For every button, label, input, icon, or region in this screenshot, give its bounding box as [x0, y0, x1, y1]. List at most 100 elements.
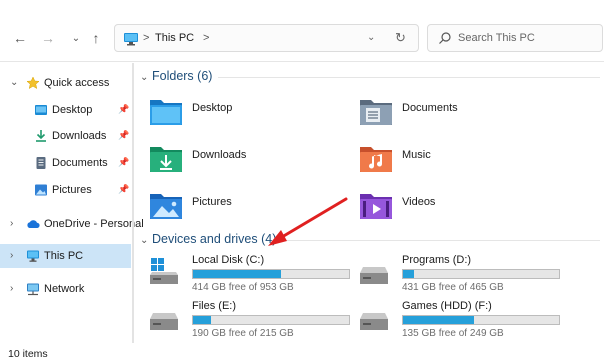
drive-name: Files (E:)	[192, 300, 236, 312]
sidebar-item-label: Pictures	[52, 184, 92, 196]
sidebar-item-pictures[interactable]: Pictures 📌	[0, 178, 131, 202]
folder-label: Music	[402, 149, 431, 161]
chevron-down-icon[interactable]: ⌄	[367, 32, 375, 43]
address-bar[interactable]: > This PC > ⌄ ↻	[114, 24, 419, 52]
search-icon	[439, 32, 451, 44]
drive-free-space: 431 GB free of 465 GB	[402, 282, 504, 293]
sidebar-item-label: Quick access	[44, 77, 110, 89]
sidebar-item-label: Downloads	[52, 130, 107, 142]
cloud-icon	[27, 220, 40, 228]
drive-tile-c[interactable]: Local Disk (C:) 414 GB free of 953 GB	[136, 253, 356, 293]
sidebar-item-onedrive[interactable]: › OneDrive - Personal	[0, 212, 144, 236]
up-button[interactable]: ↑	[86, 28, 106, 48]
hard-drive-icon	[360, 267, 388, 284]
drive-name: Local Disk (C:)	[192, 254, 265, 266]
folder-label: Desktop	[192, 102, 233, 114]
chevron-down-icon: ⌄	[140, 72, 149, 83]
pc-icon	[27, 250, 39, 262]
forward-button[interactable]: →	[38, 28, 58, 48]
breadcrumb-this-pc[interactable]: This PC	[155, 32, 194, 44]
desktop-folder-icon	[150, 100, 182, 125]
hard-drive-icon	[150, 313, 178, 330]
chevron-right-icon[interactable]: ›	[10, 218, 13, 229]
folders-section-header[interactable]: ⌄ Folders (6)	[140, 69, 212, 83]
music-folder-icon	[360, 147, 392, 172]
back-button[interactable]: ←	[10, 28, 30, 48]
folder-label: Documents	[402, 102, 458, 114]
pin-icon[interactable]: 📌	[118, 184, 129, 195]
arrow-up-icon: ↑	[92, 30, 100, 46]
status-bar: 10 items	[0, 343, 604, 364]
breadcrumb-separator-end[interactable]: >	[203, 32, 209, 44]
folder-tile-desktop[interactable]: Desktop	[136, 92, 336, 132]
drive-usage-fill	[403, 270, 415, 278]
drive-free-space: 135 GB free of 249 GB	[402, 328, 504, 339]
sidebar-item-downloads[interactable]: Downloads 📌	[0, 124, 131, 148]
breadcrumb-separator: >	[143, 32, 150, 44]
chevron-down-icon: ⌄	[71, 32, 81, 44]
search-box[interactable]	[427, 24, 603, 52]
drive-usage-bar	[402, 315, 560, 325]
pc-icon	[124, 33, 138, 46]
drive-usage-fill	[193, 316, 212, 324]
sidebar-item-this-pc[interactable]: › This PC	[0, 244, 131, 268]
drive-name: Games (HDD) (F:)	[402, 300, 492, 312]
sidebar-item-label: This PC	[44, 250, 84, 262]
star-icon	[26, 76, 40, 90]
documents-icon	[36, 157, 46, 169]
pictures-folder-icon	[150, 194, 182, 219]
videos-folder-icon	[360, 194, 392, 219]
sidebar-item-label: Network	[44, 283, 85, 295]
windows-drive-icon	[150, 258, 178, 284]
pin-icon[interactable]: 📌	[118, 157, 129, 168]
section-divider	[278, 240, 600, 241]
folder-tile-documents[interactable]: Documents	[346, 92, 546, 132]
drives-header-label: Devices and drives (4)	[152, 232, 277, 246]
sidebar-item-label: Desktop	[52, 104, 93, 116]
drive-tile-e[interactable]: Files (E:) 190 GB free of 215 GB	[136, 299, 356, 339]
item-count: 10 items	[8, 348, 48, 360]
desktop-folder-icon	[35, 105, 47, 115]
folder-tile-videos[interactable]: Videos	[346, 186, 546, 226]
sidebar-item-label: Documents	[52, 157, 108, 169]
sidebar-item-quick-access[interactable]: ⌄ Quick access	[0, 71, 131, 95]
search-input[interactable]	[458, 30, 598, 46]
arrow-left-icon: ←	[13, 30, 27, 46]
folder-tile-pictures[interactable]: Pictures	[136, 186, 336, 226]
drive-tile-d[interactable]: Programs (D:) 431 GB free of 465 GB	[346, 253, 566, 293]
drive-name: Programs (D:)	[402, 254, 472, 266]
content-pane: ⌄ Folders (6) Desktop Documents Download…	[136, 63, 604, 343]
drive-usage-bar	[402, 269, 560, 279]
pin-icon[interactable]: 📌	[118, 130, 129, 141]
sidebar-item-desktop[interactable]: Desktop 📌	[0, 98, 131, 122]
chevron-right-icon[interactable]: ›	[10, 250, 13, 261]
folder-tile-downloads[interactable]: Downloads	[136, 139, 336, 179]
folder-tile-music[interactable]: Music	[346, 139, 546, 179]
drive-free-space: 414 GB free of 953 GB	[192, 282, 294, 293]
pin-icon[interactable]: 📌	[118, 104, 129, 115]
refresh-icon[interactable]: ↻	[395, 30, 406, 46]
chevron-down-icon[interactable]: ⌄	[10, 77, 18, 88]
sidebar-item-documents[interactable]: Documents 📌	[0, 151, 131, 175]
recent-locations-button[interactable]: ⌄	[66, 28, 86, 48]
sidebar-item-network[interactable]: › Network	[0, 277, 131, 301]
folders-header-label: Folders (6)	[152, 69, 213, 83]
documents-folder-icon	[360, 100, 392, 125]
chevron-right-icon[interactable]: ›	[10, 283, 13, 294]
sidebar-scrollbar[interactable]	[132, 63, 134, 343]
section-divider	[218, 77, 600, 78]
pictures-icon	[35, 184, 47, 196]
drive-usage-fill	[193, 270, 282, 278]
folder-label: Downloads	[192, 149, 247, 161]
folder-label: Pictures	[192, 196, 232, 208]
arrow-right-icon: →	[41, 30, 55, 46]
drive-tile-f[interactable]: Games (HDD) (F:) 135 GB free of 249 GB	[346, 299, 566, 339]
network-icon	[27, 283, 39, 296]
sidebar-item-label: OneDrive - Personal	[44, 218, 144, 230]
hard-drive-icon	[360, 313, 388, 330]
folder-label: Videos	[402, 196, 436, 208]
download-icon	[36, 130, 46, 142]
drives-section-header[interactable]: ⌄ Devices and drives (4)	[140, 232, 276, 246]
drive-usage-fill	[403, 316, 475, 324]
drive-usage-bar	[192, 315, 350, 325]
